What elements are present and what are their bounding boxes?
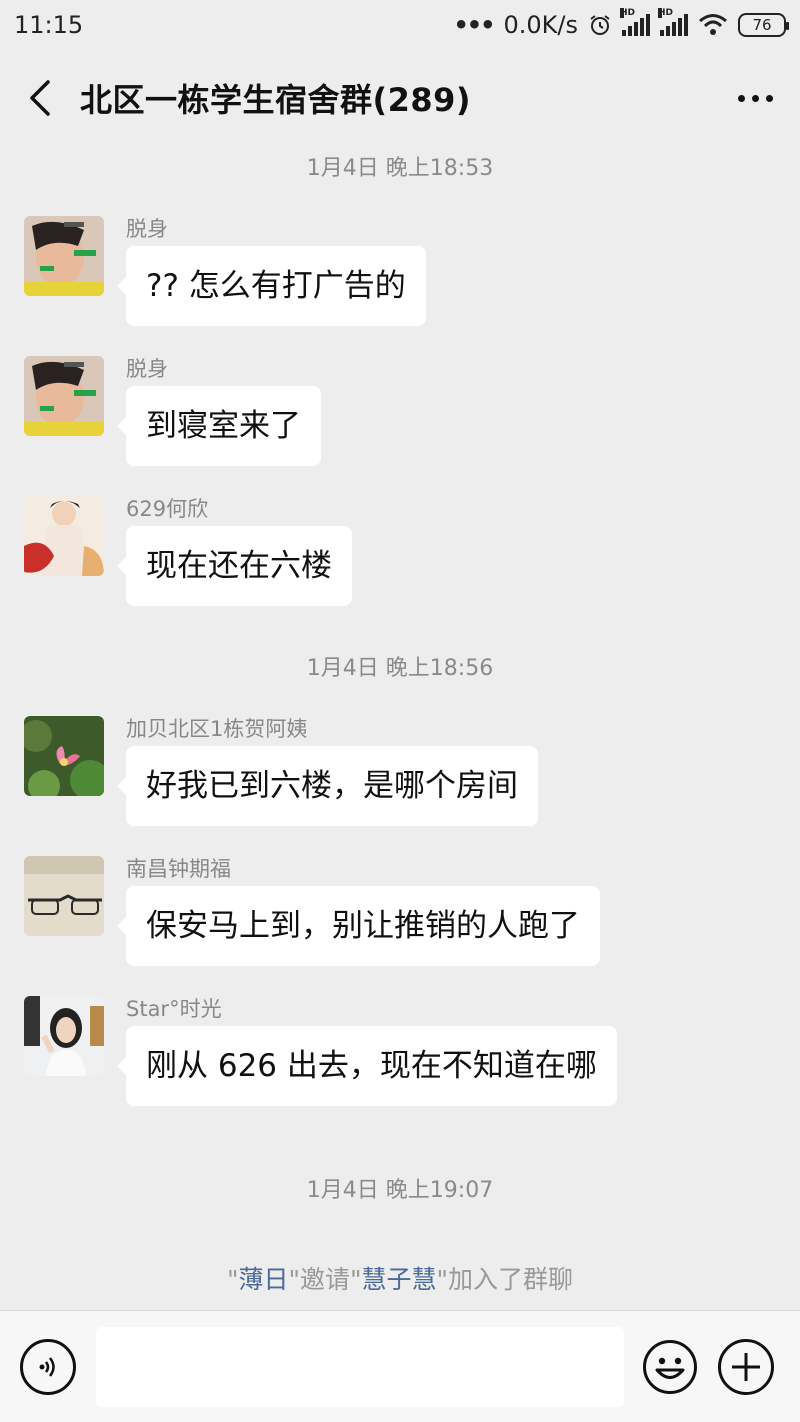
message-bubble[interactable]: 到寝室来了: [117, 386, 321, 466]
chat-area[interactable]: 1月4日 晚上18:53 脱身 ?? 怎么有打广告的 脱身 到寝室来了 629何…: [0, 146, 800, 1310]
more-dot: [751, 94, 759, 102]
wifi-icon: [699, 14, 727, 35]
more-dot: [765, 94, 773, 102]
message-bubble[interactable]: 保安马上到，别让推销的人跑了: [117, 886, 600, 966]
group-title: 北区一栋学生宿舍群(289): [80, 81, 472, 119]
avatar[interactable]: [24, 716, 104, 796]
message-bubble[interactable]: 刚从 626 出去，现在不知道在哪: [117, 1026, 617, 1106]
net-speed: 0.0K/s: [503, 11, 579, 39]
chat-header: 北区一栋学生宿舍群(289): [0, 50, 800, 146]
avatar[interactable]: [24, 856, 104, 936]
battery-icon: 76: [738, 13, 789, 37]
message-row: 629何欣 现在还在六楼: [24, 496, 352, 606]
voice-button[interactable]: [20, 1338, 76, 1395]
message-input[interactable]: [96, 1326, 624, 1407]
input-bar: [0, 1310, 800, 1422]
more-button[interactable]: [710, 50, 800, 146]
avatar[interactable]: [24, 216, 104, 296]
voice-icon: [39, 1356, 55, 1377]
time-separator: 1月4日 晚上18:53: [306, 156, 494, 181]
avatar[interactable]: [24, 996, 104, 1076]
message-bubble[interactable]: 现在还在六楼: [117, 526, 352, 606]
status-icons: ••• 0.0K/s HD HD 76: [453, 8, 789, 39]
message-row: 南昌钟期福 保安马上到，别让推销的人跑了: [24, 856, 600, 966]
message-row: 加贝北区1栋贺阿姨 好我已到六楼，是哪个房间: [24, 716, 538, 826]
notice-text: "加入了群聊: [436, 1265, 574, 1294]
hd-label: HD: [620, 8, 636, 18]
more-dot: [737, 94, 745, 102]
signal-icon: HD: [658, 8, 688, 36]
sender-name: 加贝北区1栋贺阿姨: [126, 717, 308, 741]
time-separator: 1月4日 晚上18:56: [306, 656, 494, 681]
hd-label: HD: [658, 8, 674, 18]
message-bubble[interactable]: 好我已到六楼，是哪个房间: [117, 746, 538, 826]
message-row: Star°时光 刚从 626 出去，现在不知道在哪: [24, 996, 617, 1106]
status-dots: •••: [453, 11, 495, 39]
inviter-name[interactable]: 薄日: [238, 1265, 288, 1294]
back-arrow-icon: [30, 80, 50, 116]
notice-quote: ": [226, 1265, 239, 1294]
battery-level: 76: [752, 16, 772, 34]
time-separator: 1月4日 晚上19:07: [306, 1178, 494, 1203]
emoji-button[interactable]: [642, 1339, 698, 1395]
avatar[interactable]: [24, 496, 104, 576]
sender-name: 南昌钟期福: [126, 857, 231, 881]
signal-icon: HD: [620, 8, 650, 36]
emoji-icon: [643, 1339, 697, 1394]
plus-button[interactable]: [718, 1338, 774, 1395]
invitee-name[interactable]: 慧子慧: [362, 1265, 437, 1294]
message-row: 脱身 到寝室来了: [24, 356, 321, 466]
status-bar: 11:15 ••• 0.0K/s HD HD 76: [0, 0, 800, 50]
notice-text: "邀请": [288, 1265, 362, 1294]
sender-name: 629何欣: [126, 497, 209, 521]
message-bubble[interactable]: ?? 怎么有打广告的: [117, 246, 426, 326]
sender-name: 脱身: [126, 357, 168, 381]
system-notice: "薄日"邀请"慧子慧"加入了群聊: [0, 1260, 800, 1296]
sender-name: Star°时光: [126, 997, 222, 1021]
sender-name: 脱身: [126, 217, 168, 241]
back-button[interactable]: [0, 50, 80, 146]
status-time: 11:15: [14, 11, 84, 39]
message-row: 脱身 ?? 怎么有打广告的: [24, 216, 426, 326]
avatar[interactable]: [24, 356, 104, 436]
alarm-icon: [590, 15, 610, 35]
